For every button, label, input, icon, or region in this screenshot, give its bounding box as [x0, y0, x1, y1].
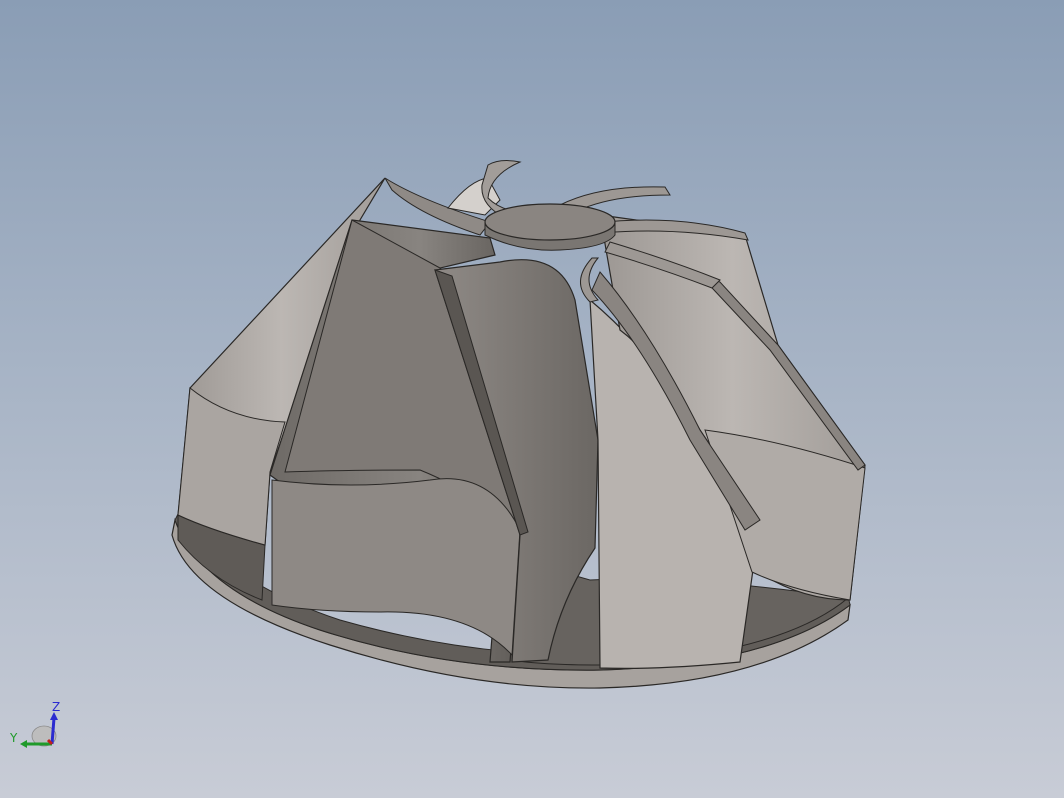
z-axis [50, 717, 56, 745]
y-arrow-icon [20, 740, 27, 748]
y-axis-label: Y [9, 731, 18, 745]
impeller-model[interactable] [0, 0, 1064, 798]
hub-top [484, 203, 616, 241]
view-orientation-triad[interactable]: Z Y [6, 700, 76, 760]
z-axis-label: Z [52, 700, 60, 714]
blade-top-5 [580, 257, 600, 303]
graphics-viewport[interactable]: Z Y [0, 0, 1064, 798]
